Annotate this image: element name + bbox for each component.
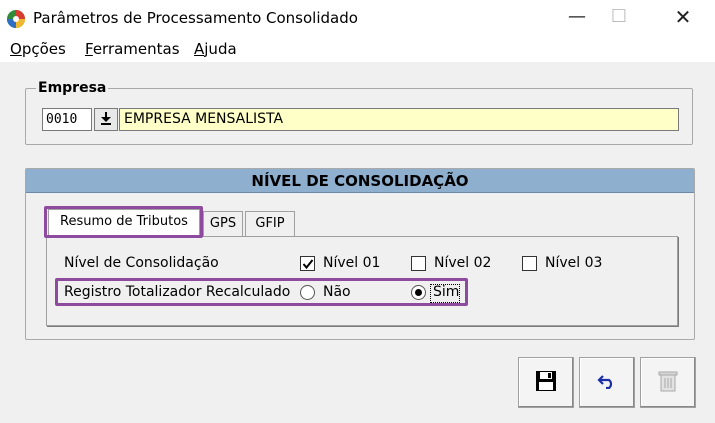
tab-gfip[interactable]: GFIP	[245, 211, 295, 237]
radio-selected-dot	[415, 289, 422, 296]
title-bar: Parâmetros de Processamento Consolidado …	[0, 0, 715, 38]
app-logo-icon	[6, 9, 26, 29]
maximize-button[interactable]: ☐	[596, 0, 642, 34]
menu-opcoes[interactable]: Opções	[10, 40, 66, 58]
undo-arrow-icon	[597, 373, 617, 393]
recalc-sim-radio[interactable]	[411, 285, 426, 300]
level-01-label: Nível 01	[323, 255, 381, 271]
company-code-input[interactable]: 0010	[42, 108, 92, 131]
close-button[interactable]: ✕	[660, 0, 706, 34]
menu-ajuda[interactable]: Ajuda	[194, 40, 237, 58]
level-03-label: Nível 03	[545, 255, 603, 271]
menu-opcoes-accel: O	[10, 40, 22, 58]
tab-gps[interactable]: GPS	[203, 211, 243, 237]
menu-ferramentas[interactable]: Ferramentas	[85, 40, 180, 58]
save-button[interactable]	[518, 357, 574, 408]
recalc-nao-label: Não	[323, 284, 351, 300]
checkmark-icon	[302, 258, 313, 269]
menu-opcoes-label: pções	[21, 40, 66, 58]
company-name-field: EMPRESA MENSALISTA	[119, 108, 679, 131]
recalc-label: Registro Totalizador Recalculado	[64, 284, 291, 300]
menu-bar: Opções Ferramentas Ajuda	[0, 38, 715, 62]
menu-ajuda-accel: A	[194, 40, 205, 58]
empresa-group-label: Empresa	[36, 80, 109, 96]
level-03-checkbox[interactable]	[522, 256, 537, 271]
menu-ajuda-label: juda	[204, 40, 237, 58]
download-arrow-icon	[100, 111, 112, 129]
menu-ferramentas-accel: F	[85, 40, 93, 58]
menu-ferramentas-label: erramentas	[92, 40, 180, 58]
nivel-header: NÍVEL DE CONSOLIDAÇÃO	[26, 169, 694, 193]
floppy-disk-icon	[535, 370, 557, 396]
level-label: Nível de Consolidação	[64, 255, 219, 271]
level-02-label: Nível 02	[434, 255, 492, 271]
undo-button[interactable]	[579, 357, 635, 408]
level-02-checkbox[interactable]	[411, 256, 426, 271]
window-title: Parâmetros de Processamento Consolidado	[33, 9, 358, 27]
tab-resumo-de-tributos[interactable]: Resumo de Tributos	[48, 209, 200, 237]
minimize-button[interactable]: —	[554, 0, 600, 34]
delete-button[interactable]	[640, 357, 696, 408]
recalc-sim-label: Sim	[433, 284, 460, 300]
recalc-nao-radio[interactable]	[300, 285, 315, 300]
level-01-checkbox[interactable]	[300, 256, 315, 271]
trash-can-icon	[657, 369, 679, 397]
tab-panel	[46, 236, 678, 326]
company-lookup-button[interactable]	[94, 108, 118, 131]
